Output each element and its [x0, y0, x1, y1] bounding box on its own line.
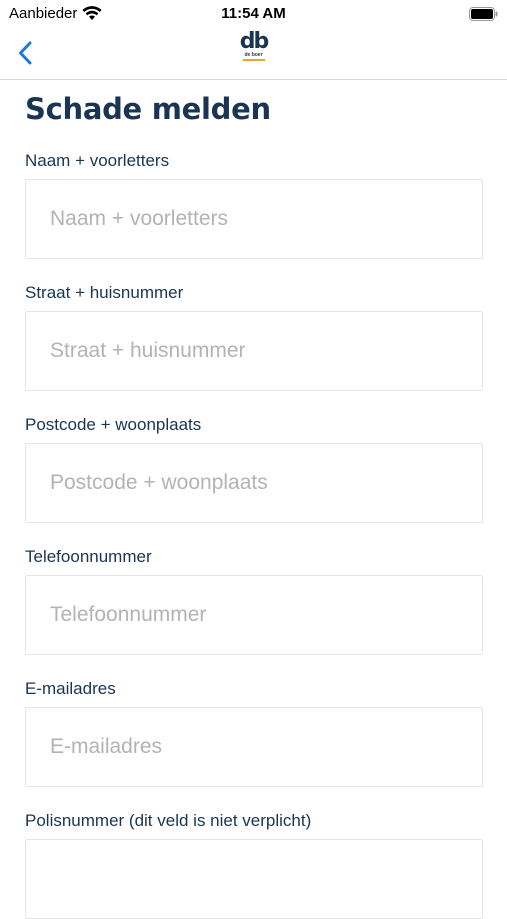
- policy-number-field-group: Polisnummer (dit veld is niet verplicht): [25, 811, 483, 919]
- email-input[interactable]: [25, 707, 483, 787]
- logo-subtext: de boer: [244, 52, 263, 58]
- street-field-group: Straat + huisnummer: [25, 283, 483, 391]
- street-label: Straat + huisnummer: [25, 283, 184, 302]
- logo-mark: db: [239, 29, 269, 54]
- policy-number-input[interactable]: [25, 839, 483, 919]
- status-time: 11:54 AM: [221, 5, 286, 22]
- name-label: Naam + voorletters: [25, 151, 170, 170]
- policy-number-label: Polisnummer (dit veld is niet verplicht): [25, 811, 312, 830]
- email-field-group: E-mailadres: [25, 679, 483, 787]
- logo-accent-bar: [242, 59, 265, 61]
- phone-label: Telefoonnummer: [25, 547, 152, 566]
- chevron-left-icon: [19, 41, 32, 65]
- navigation-bar: db de boer: [0, 28, 507, 80]
- status-bar: Aanbieder 11:54 AM: [0, 0, 507, 28]
- name-input[interactable]: [25, 179, 483, 259]
- name-field-group: Naam + voorletters: [25, 151, 483, 259]
- brand-logo: db de boer: [237, 29, 271, 66]
- postcode-field-group: Postcode + woonplaats: [25, 415, 483, 523]
- phone-input[interactable]: [25, 575, 483, 655]
- page-title: Schade melden: [25, 92, 271, 126]
- phone-field-group: Telefoonnummer: [25, 547, 483, 655]
- email-label: E-mailadres: [25, 679, 116, 698]
- damage-report-form: Schade melden Naam + voorletters Straat …: [25, 90, 483, 919]
- postcode-label: Postcode + woonplaats: [25, 415, 202, 434]
- postcode-input[interactable]: [25, 443, 483, 523]
- back-button[interactable]: [12, 38, 38, 68]
- street-input[interactable]: [25, 311, 483, 391]
- battery-icon: [469, 7, 498, 21]
